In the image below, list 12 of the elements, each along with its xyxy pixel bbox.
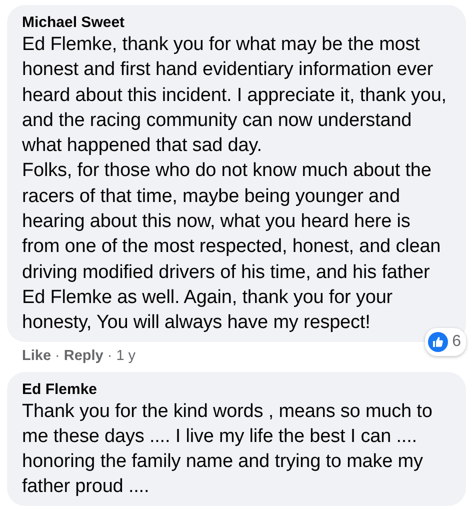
separator-dot: · bbox=[107, 346, 112, 366]
comment-text: Ed Flemke, thank you for what may be the most honest and first hand evidentiary information ever heard about this incident. I appreciate it, thank you, and the racing community can now understand what happened that sad day. bbox=[22, 33, 448, 158]
reply-link[interactable]: Reply bbox=[64, 346, 104, 368]
timestamp[interactable]: 1 y bbox=[116, 346, 136, 368]
author-name[interactable]: Ed Flemke bbox=[22, 380, 453, 399]
reaction-count: 6 bbox=[452, 332, 461, 352]
separator-dot: · bbox=[55, 346, 60, 366]
author-name[interactable]: Michael Sweet bbox=[22, 13, 453, 32]
comment-text: Thank you for the kind words , means so much to me these days .... I live my life the best I can .... honoring the family name and trying to make my father proud .... bbox=[22, 400, 434, 500]
like-icon bbox=[428, 332, 448, 352]
reaction-badge[interactable]: 6 bbox=[425, 328, 466, 356]
like-link[interactable]: Like bbox=[22, 346, 52, 368]
